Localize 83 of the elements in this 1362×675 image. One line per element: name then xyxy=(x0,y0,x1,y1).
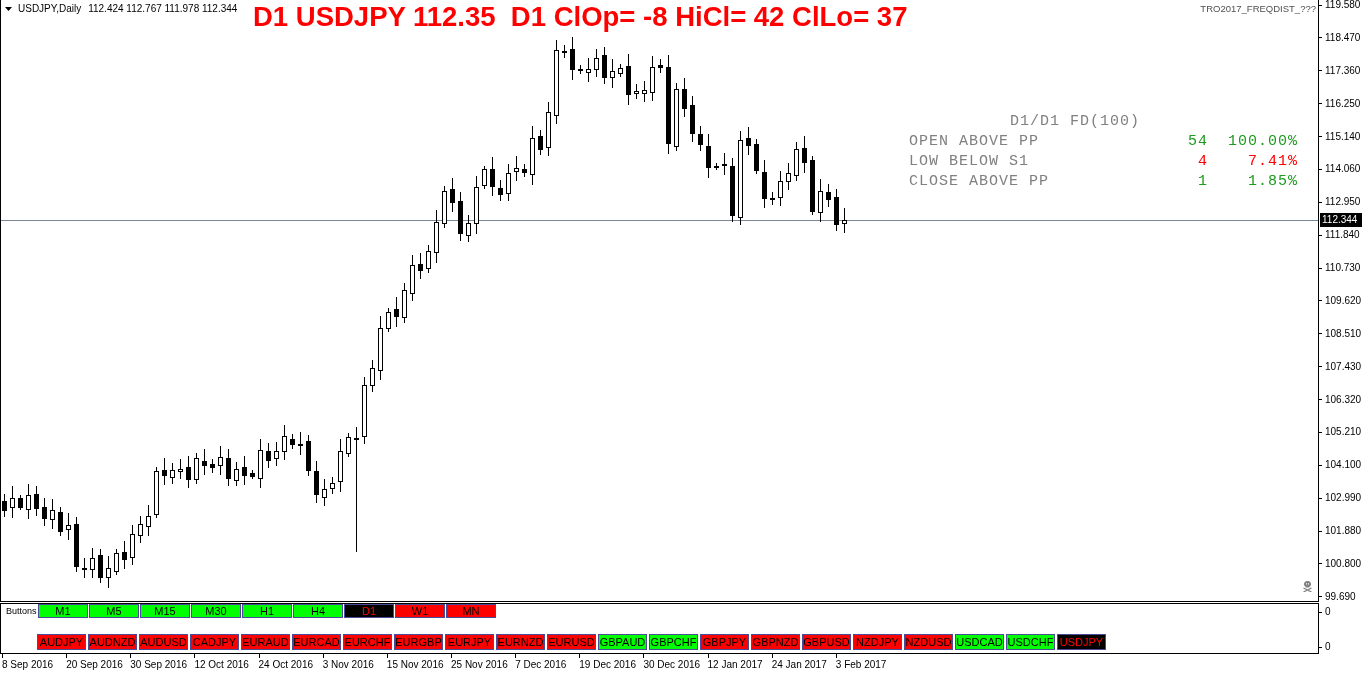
timeframe-button[interactable]: H1 xyxy=(242,604,292,618)
timeframe-button[interactable]: MN xyxy=(446,604,496,618)
date-label: 12 Jan 2017 xyxy=(707,659,763,671)
date-label: 24 Oct 2016 xyxy=(258,659,314,671)
date-label: 15 Nov 2016 xyxy=(386,659,444,671)
price-label: 108.510 xyxy=(1319,328,1362,339)
date-label: 25 Nov 2016 xyxy=(451,659,508,671)
symbol-button[interactable]: USDCAD xyxy=(955,634,1004,650)
timeframe-button[interactable]: M30 xyxy=(191,604,241,618)
date-label: 12 Oct 2016 xyxy=(194,659,249,671)
current-price-label: 112.344 xyxy=(1320,213,1362,227)
indicator-name: TRO2017_FREQDIST_??? xyxy=(1200,3,1316,15)
timeframe-button[interactable]: W1 xyxy=(395,604,445,618)
chart-symbol-title: USDJPY,Daily xyxy=(18,3,82,15)
symbol-button[interactable]: AUDNZD xyxy=(88,634,137,650)
symbol-button[interactable]: EURNZD xyxy=(496,634,545,650)
symbol-button[interactable]: EURCAD xyxy=(292,634,341,650)
price-label: 109.620 xyxy=(1319,295,1362,306)
timeframe-button[interactable]: M1 xyxy=(38,604,88,618)
symbol-button[interactable]: GBPUSD xyxy=(802,634,851,650)
date-label: 3 Feb 2017 xyxy=(835,659,887,671)
symbol-button[interactable]: GBPAUD xyxy=(598,634,647,650)
timeframe-button[interactable]: D1 xyxy=(344,604,394,618)
date-label: 24 Jan 2017 xyxy=(771,659,827,671)
symbol-button[interactable]: NZDUSD xyxy=(904,634,953,650)
date-label: 30 Sep 2016 xyxy=(130,659,187,671)
scale-label: 0 xyxy=(1319,607,1362,617)
symbol-button[interactable]: EURUSD xyxy=(547,634,596,650)
timeframe-button[interactable]: M15 xyxy=(140,604,190,618)
stats-count: 1 xyxy=(1197,172,1208,192)
indicator-headline: D1 USDJPY 112.35 D1 ClOp= -8 HiCl= 42 ClLo= 37 xyxy=(253,1,908,33)
price-label: 106.320 xyxy=(1319,394,1362,405)
price-label: 111.840 xyxy=(1319,230,1362,241)
stats-label: CLOSE ABOVE PP xyxy=(909,172,1051,192)
date-label: 20 Sep 2016 xyxy=(66,659,123,671)
symbol-button[interactable]: GBPNZD xyxy=(751,634,800,650)
price-label: 115.140 xyxy=(1319,131,1362,142)
symbol-button[interactable]: USDJPY xyxy=(1057,634,1106,650)
price-label: 114.060 xyxy=(1319,164,1362,175)
price-label: 104.100 xyxy=(1319,460,1362,471)
price-label: 118.470 xyxy=(1319,32,1362,43)
scale-label: 0 xyxy=(1319,642,1362,652)
timeframe-button[interactable]: M5 xyxy=(89,604,139,618)
price-label: 117.360 xyxy=(1319,65,1362,76)
price-label: 112.950 xyxy=(1319,197,1362,208)
symbol-button[interactable]: AUDUSD xyxy=(139,634,188,650)
stats-percent: 7.41% xyxy=(1247,152,1298,172)
date-label: 7 Dec 2016 xyxy=(515,659,567,671)
symbol-button[interactable]: AUDJPY xyxy=(37,634,86,650)
price-label: 105.210 xyxy=(1319,427,1362,438)
stats-title: D1/D1 FD(100) xyxy=(1009,112,1142,132)
date-label: 3 Nov 2016 xyxy=(322,659,374,671)
stats-percent: 100.00% xyxy=(1227,132,1298,152)
price-label: 110.730 xyxy=(1319,263,1362,273)
price-label: 116.250 xyxy=(1319,98,1362,109)
date-label: 19 Dec 2016 xyxy=(579,659,636,671)
stats-label: OPEN ABOVE PP xyxy=(909,132,1041,152)
symbol-button[interactable]: EURAUD xyxy=(241,634,290,650)
symbol-button[interactable]: EURJPY xyxy=(445,634,494,650)
price-label: 99.690 xyxy=(1319,591,1362,602)
stats-count: 4 xyxy=(1197,152,1208,172)
stats-percent: 1.85% xyxy=(1247,172,1298,192)
symbol-button[interactable]: GBPJPY xyxy=(700,634,749,650)
date-label: 8 Sep 2016 xyxy=(2,659,54,671)
symbol-button[interactable]: EURGBP xyxy=(394,634,443,650)
price-label: 101.880 xyxy=(1319,526,1362,536)
symbol-button[interactable]: EURCHF xyxy=(343,634,392,650)
subwindow-label: Buttons xyxy=(5,605,38,617)
symbol-button[interactable]: GBPCHF xyxy=(649,634,698,650)
price-label: 119.580 xyxy=(1319,0,1362,10)
ohlc-values: 112.424 112.767 111.978 112.344 xyxy=(88,3,238,15)
stats-label: LOW BELOW S1 xyxy=(909,152,1031,172)
symbol-button[interactable]: NZDJPY xyxy=(853,634,902,650)
symbol-button[interactable]: CADJPY xyxy=(190,634,239,650)
skull-crossbones-icon xyxy=(1303,581,1312,592)
timeframe-button[interactable]: H4 xyxy=(293,604,343,618)
caret-down-icon[interactable] xyxy=(5,7,12,11)
stats-count: 54 xyxy=(1187,132,1208,152)
price-label: 107.430 xyxy=(1319,361,1362,372)
price-label: 102.990 xyxy=(1319,493,1362,504)
date-label: 30 Dec 2016 xyxy=(643,659,701,671)
symbol-button[interactable]: USDCHF xyxy=(1006,634,1055,650)
price-label: 100.800 xyxy=(1319,558,1362,569)
